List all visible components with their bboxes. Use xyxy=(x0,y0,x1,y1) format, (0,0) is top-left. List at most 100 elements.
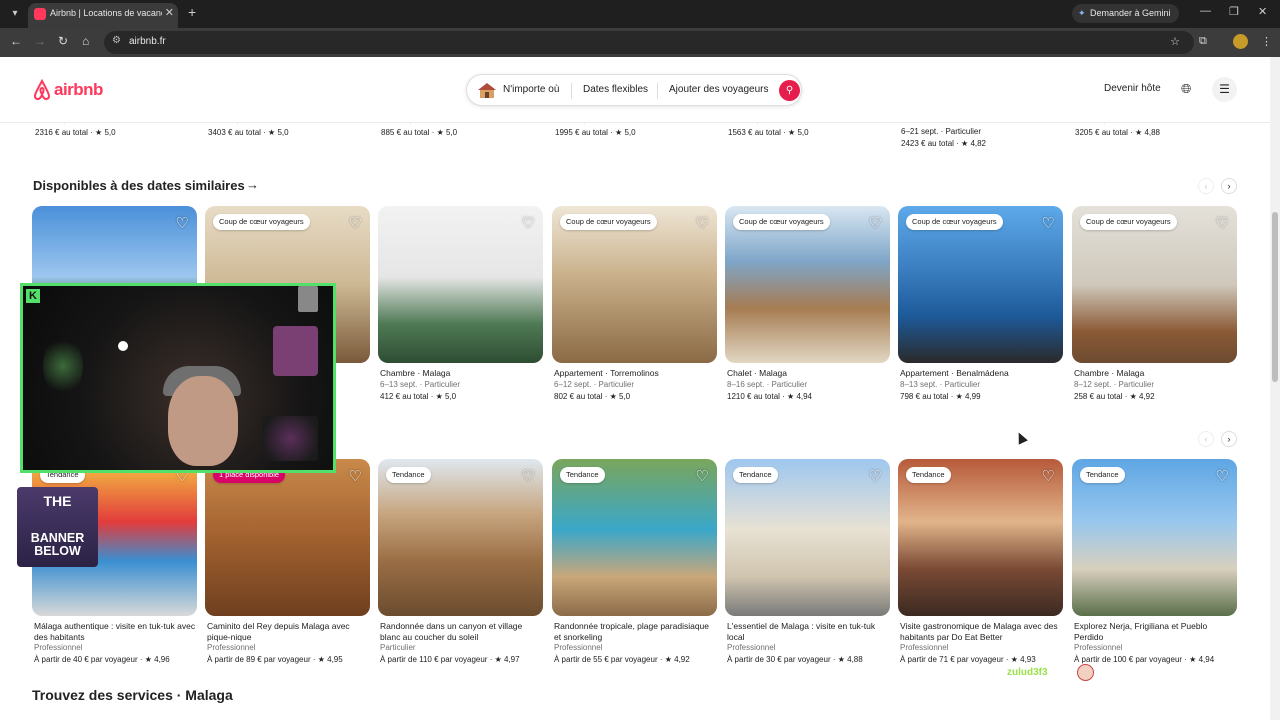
carousel-next-button[interactable]: › xyxy=(1221,431,1237,447)
profile-avatar[interactable] xyxy=(1233,34,1248,49)
webcam-person xyxy=(168,376,238,466)
listing-price: À partir de 100 € par voyageur · ★ 4,94 xyxy=(1074,655,1215,664)
listing-title[interactable]: Visite gastronomique de Malaga avec des … xyxy=(900,621,1062,642)
close-window-icon[interactable]: ✕ xyxy=(1258,5,1267,18)
menu-button[interactable]: ☰ xyxy=(1212,77,1237,102)
listing-card[interactable]: Coup de cœur voyageurs ♡ Appartement · Tor… xyxy=(552,206,717,421)
listing-price: À partir de 89 € par voyageur · ★ 4,95 xyxy=(207,655,343,664)
forward-icon[interactable]: → xyxy=(34,34,46,48)
arrow-right-icon[interactable]: → xyxy=(246,177,259,192)
page-scrollbar[interactable] xyxy=(1270,57,1280,720)
listing-price: 885 € au total · ★ 5,0 xyxy=(381,128,458,137)
become-host-link[interactable]: Devenir hôte xyxy=(1104,83,1161,94)
heart-icon[interactable]: ♡ xyxy=(696,467,709,485)
listing-badge: Tendance xyxy=(733,467,778,483)
listing-card[interactable]: Coup de cœur voyageurs ♡ Chambre · Malaga 8… xyxy=(1072,206,1237,421)
new-tab-button[interactable]: + xyxy=(188,4,196,20)
carousel-next-button[interactable]: › xyxy=(1221,178,1237,194)
heart-icon[interactable]: ♡ xyxy=(176,214,189,232)
listing-title[interactable]: Appartement · Torremolinos xyxy=(554,368,716,379)
webcam-poster xyxy=(273,326,318,376)
banner-line2: BANNER BELOW xyxy=(30,531,85,558)
listing-card[interactable]: 1 place disponible ♡ Caminito del Rey depu… xyxy=(205,459,370,674)
close-tab-icon[interactable]: ✕ xyxy=(165,6,174,19)
listing-title[interactable]: Caminito del Rey depuis Malaga avec piqu… xyxy=(207,621,369,642)
search-button[interactable]: ⚲ xyxy=(779,80,800,101)
heart-icon[interactable]: ♡ xyxy=(869,467,882,485)
house-icon xyxy=(478,83,496,98)
listing-card[interactable]: Coup de cœur voyageurs ♡ Appartement · Ben… xyxy=(898,206,1063,421)
listing-title[interactable]: Randonnée dans un canyon et village blan… xyxy=(380,621,542,642)
listing-card[interactable]: Tendance ♡ Randonnée dans un canyon et vil… xyxy=(378,459,543,674)
reload-icon[interactable]: ↻ xyxy=(58,34,68,48)
listing-price: 1563 € au total · ★ 5,0 xyxy=(728,128,809,137)
listing-card[interactable]: Tendance ♡ Randonnée tropicale, plage para… xyxy=(552,459,717,674)
listing-dates: 8–13 sept. · Particulier xyxy=(900,379,981,389)
listing-card[interactable]: Tendance ♡ L'essentiel de Malaga : visite … xyxy=(725,459,890,674)
heart-icon[interactable]: ♡ xyxy=(1216,467,1229,485)
address-bar[interactable]: ⚙ airbnb.fr ☆ xyxy=(104,31,1194,54)
heart-icon[interactable]: ♡ xyxy=(349,214,362,232)
airbnb-logo-icon xyxy=(33,78,51,101)
listing-title[interactable]: Chalet · Malaga xyxy=(727,368,889,379)
listing-title[interactable]: Málaga authentique : visite en tuk-tuk a… xyxy=(34,621,196,642)
listing-host-type: Professionnel xyxy=(727,643,776,652)
heart-icon[interactable]: ♡ xyxy=(522,214,535,232)
listing-card[interactable]: Tendance ♡ Visite gastronomique de Malaga … xyxy=(898,459,1063,674)
section-title-services[interactable]: Trouvez des services · Malaga xyxy=(32,687,233,703)
listing-card[interactable]: ♡ Chambre · Malaga 6–13 sept. · Particulie… xyxy=(378,206,543,421)
home-icon[interactable]: ⌂ xyxy=(82,34,89,48)
heart-icon[interactable]: ♡ xyxy=(522,467,535,485)
airbnb-favicon-icon xyxy=(34,8,46,20)
listing-price: 412 € au total · ★ 5,0 xyxy=(380,391,457,401)
browser-toolbar: ← → ↻ ⌂ ⚙ airbnb.fr ☆ ⧉ ⋮ xyxy=(0,28,1280,57)
listing-title[interactable]: Chambre · Malaga xyxy=(1074,368,1236,379)
listing-title[interactable]: Explorez Nerja, Frigiliana et Pueblo Per… xyxy=(1074,621,1236,642)
tab-search-icon[interactable]: ▾ xyxy=(6,5,24,23)
browser-tab[interactable]: Airbnb | Locations de vacances ✕ xyxy=(28,3,178,28)
listing-card[interactable]: Coup de cœur voyageurs ♡ Chalet · Malaga 8–… xyxy=(725,206,890,421)
site-info-icon[interactable]: ⚙ xyxy=(112,35,121,46)
search-divider xyxy=(571,83,572,99)
section-title-similar-dates[interactable]: Disponibles à des dates similaires xyxy=(33,178,245,193)
carousel-prev-button[interactable]: ‹ xyxy=(1198,178,1214,194)
restore-icon[interactable]: ❐ xyxy=(1229,5,1239,18)
listing-card[interactable]: Tendance ♡ Explorez Nerja, Frigiliana et P… xyxy=(1072,459,1237,674)
gemini-button[interactable]: ✦ Demander à Gemini xyxy=(1072,4,1179,23)
search-divider xyxy=(657,83,658,99)
browser-menu-icon[interactable]: ⋮ xyxy=(1261,35,1272,48)
search-dates[interactable]: Dates flexibles xyxy=(583,84,648,95)
listing-badge: Coup de cœur voyageurs xyxy=(1080,214,1177,230)
heart-icon[interactable]: ♡ xyxy=(1042,467,1055,485)
listing-photo[interactable] xyxy=(378,206,543,363)
airbnb-logo[interactable]: airbnb xyxy=(32,78,103,101)
listing-title[interactable]: Appartement · Benalmádena xyxy=(900,368,1062,379)
heart-icon[interactable]: ♡ xyxy=(349,467,362,485)
minimize-icon[interactable]: — xyxy=(1200,5,1211,17)
gemini-icon: ✦ xyxy=(1078,8,1086,18)
globe-icon[interactable]: 🌐︎ xyxy=(1181,81,1191,97)
heart-icon[interactable]: ♡ xyxy=(869,214,882,232)
listing-price: 798 € au total · ★ 4,99 xyxy=(900,391,981,401)
scrollbar-thumb[interactable] xyxy=(1272,212,1278,382)
listing-badge: Coup de cœur voyageurs xyxy=(560,214,657,230)
listing-price: 802 € au total · ★ 5,0 xyxy=(554,391,631,401)
listing-host-type: Professionnel xyxy=(1074,643,1123,652)
browser-tab-bar: ▾ Airbnb | Locations de vacances ✕ + ✦ D… xyxy=(0,0,1280,28)
search-bar[interactable]: N'importe où Dates flexibles Ajouter des… xyxy=(466,74,802,106)
search-guests[interactable]: Ajouter des voyageurs xyxy=(669,84,769,95)
heart-icon[interactable]: ♡ xyxy=(1216,214,1229,232)
listing-title[interactable]: L'essentiel de Malaga : visite en tuk-tu… xyxy=(727,621,889,642)
hamburger-icon: ☰ xyxy=(1219,82,1230,96)
carousel-prev-button[interactable]: ‹ xyxy=(1198,431,1214,447)
heart-icon[interactable]: ♡ xyxy=(696,214,709,232)
search-where[interactable]: N'importe où xyxy=(503,84,559,95)
extensions-icon[interactable]: ⧉ xyxy=(1199,35,1207,48)
mouse-cursor xyxy=(1014,430,1028,445)
bookmark-star-icon[interactable]: ☆ xyxy=(1170,35,1180,48)
listing-badge: Coup de cœur voyageurs xyxy=(213,214,310,230)
listing-title[interactable]: Chambre · Malaga xyxy=(380,368,542,379)
back-icon[interactable]: ← xyxy=(10,34,22,48)
listing-title[interactable]: Randonnée tropicale, plage paradisiaque … xyxy=(554,621,716,642)
heart-icon[interactable]: ♡ xyxy=(1042,214,1055,232)
